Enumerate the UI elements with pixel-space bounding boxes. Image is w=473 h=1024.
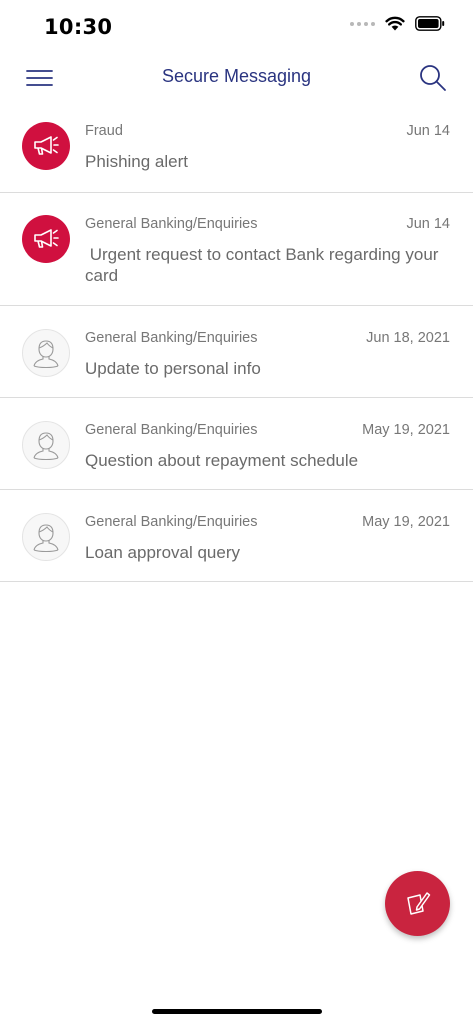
status-time: 10:30 [44, 15, 113, 39]
cellular-signal-icon [350, 21, 375, 26]
message-subject: Loan approval query [85, 543, 241, 562]
message-date: Jun 18, 2021 [366, 330, 450, 346]
message-category: General Banking/Enquiries [85, 422, 258, 438]
status-bar: 10:30 [0, 0, 473, 52]
hamburger-menu-icon [26, 70, 53, 86]
message-item[interactable]: General Banking/Enquiries Jun 18, 2021 U… [0, 306, 473, 398]
battery-icon [415, 16, 445, 31]
message-item[interactable]: Fraud Jun 14 Phishing alert [0, 108, 473, 193]
user-avatar-icon [33, 432, 59, 461]
megaphone-icon [34, 229, 59, 248]
message-category: General Banking/Enquiries [85, 216, 258, 232]
alert-avatar [22, 122, 70, 170]
user-avatar-icon [33, 340, 59, 369]
home-indicator[interactable] [152, 1009, 322, 1014]
message-subject: Question about repayment schedule [85, 451, 359, 470]
message-item[interactable]: General Banking/Enquiries May 19, 2021 Q… [0, 398, 473, 490]
nav-bar: Secure Messaging [0, 52, 473, 104]
message-list: Fraud Jun 14 Phishing alert General Bank… [0, 108, 473, 582]
message-category: Fraud [85, 123, 123, 139]
message-date: May 19, 2021 [362, 422, 450, 438]
wifi-icon [385, 16, 405, 31]
search-icon [420, 65, 446, 91]
compose-button[interactable] [385, 871, 450, 936]
status-icons [350, 16, 445, 31]
message-subject: Urgent request to contact Bank regarding… [85, 245, 444, 285]
alert-avatar [22, 215, 70, 263]
user-avatar [22, 513, 70, 561]
compose-icon [406, 891, 430, 915]
message-subject: Phishing alert [85, 152, 189, 171]
message-date: Jun 14 [406, 216, 450, 232]
megaphone-icon [34, 136, 59, 155]
user-avatar-icon [33, 524, 59, 553]
message-category: General Banking/Enquiries [85, 330, 258, 346]
user-avatar [22, 421, 70, 469]
message-date: Jun 14 [406, 123, 450, 139]
page-title: Secure Messaging [161, 66, 312, 86]
menu-button[interactable] [24, 64, 56, 92]
message-subject: Update to personal info [85, 359, 261, 378]
user-avatar [22, 329, 70, 377]
search-button[interactable] [417, 62, 449, 94]
message-item[interactable]: General Banking/Enquiries Jun 14 Urgent … [0, 193, 473, 306]
message-category: General Banking/Enquiries [85, 514, 258, 530]
message-item[interactable]: General Banking/Enquiries May 19, 2021 L… [0, 490, 473, 582]
message-date: May 19, 2021 [362, 514, 450, 530]
